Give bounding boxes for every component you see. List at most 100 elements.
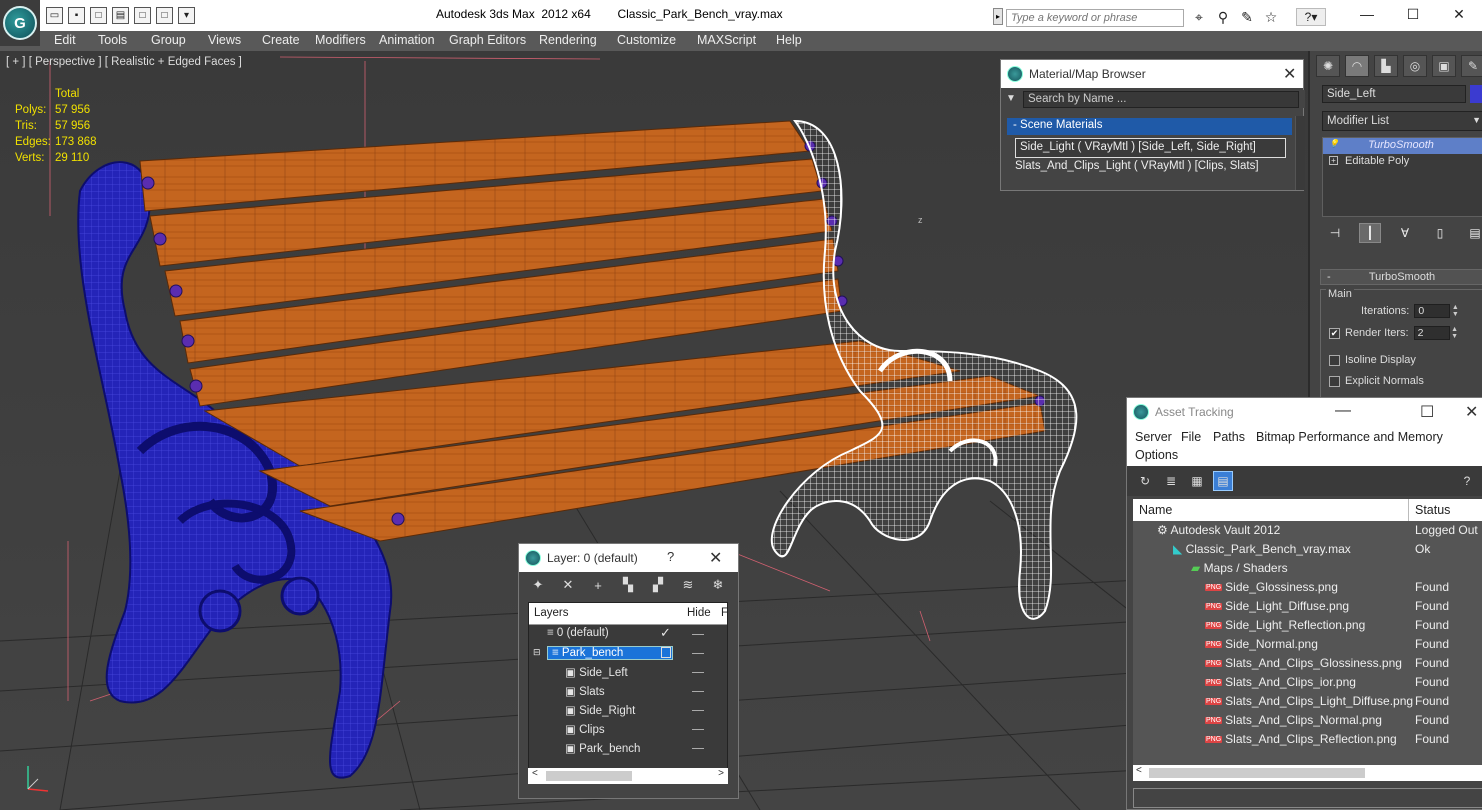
menu-create[interactable]: Create: [262, 33, 300, 47]
scroll-right-icon[interactable]: >: [718, 768, 724, 779]
maximize-icon[interactable]: ☐: [1420, 402, 1434, 422]
asset-menu-bitmap[interactable]: Bitmap Performance and Memory: [1256, 430, 1443, 444]
layer-row[interactable]: ▣ Park_bench: [529, 739, 727, 758]
menu-rendering[interactable]: Rendering: [539, 33, 597, 47]
scroll-left-icon[interactable]: <: [532, 768, 538, 779]
iterations-spinner[interactable]: 0: [1414, 304, 1451, 318]
asset-row[interactable]: ◣ Classic_Park_Bench_vray.max Ok: [1133, 540, 1482, 559]
asset-row[interactable]: PNG Slats_And_Clips_Normal.png Found: [1133, 711, 1482, 730]
scene-materials-header[interactable]: - Scene Materials: [1007, 118, 1292, 135]
asset-menu-file[interactable]: File: [1181, 430, 1201, 444]
menu-tools[interactable]: Tools: [98, 33, 127, 47]
layer-row[interactable]: ≡ 0 (default) ✓: [529, 625, 727, 644]
menu-animation[interactable]: Animation: [379, 33, 435, 47]
asset-menu-paths[interactable]: Paths: [1213, 430, 1245, 444]
minimize-icon[interactable]: —: [1335, 402, 1351, 420]
table-view-icon[interactable]: ▤: [1213, 471, 1233, 491]
close-icon[interactable]: ✕: [1283, 64, 1296, 84]
explicit-normals-checkbox[interactable]: [1329, 375, 1340, 387]
spinner-arrows-icon[interactable]: ▲ ▼: [1450, 326, 1460, 340]
asset-row[interactable]: PNG Slats_And_Clips_Reflection.png Found: [1133, 730, 1482, 749]
col-status[interactable]: Status: [1415, 503, 1450, 517]
minimize-icon[interactable]: —: [1344, 0, 1390, 28]
binoculars-icon[interactable]: ⌖: [1190, 9, 1208, 26]
layer-row[interactable]: ▣ Side_Left: [529, 663, 727, 682]
spinner-arrows-icon[interactable]: ▲ ▼: [1450, 304, 1460, 318]
save-icon[interactable]: ▪: [68, 7, 85, 24]
material-scrollbar[interactable]: [1295, 116, 1305, 190]
menu-customize[interactable]: Customize: [617, 33, 676, 47]
remove-modifier-icon[interactable]: ▯: [1429, 223, 1451, 243]
freeze-all-icon[interactable]: ❄: [709, 576, 727, 594]
new-scene-icon[interactable]: □: [90, 7, 107, 24]
utilities-tab-icon[interactable]: ✎: [1461, 55, 1482, 77]
menu-edit[interactable]: Edit: [54, 33, 76, 47]
help-icon[interactable]: ?: [1457, 471, 1477, 491]
delete-layer-icon[interactable]: ✕: [559, 576, 577, 594]
layer-row[interactable]: ▣ Clips: [529, 720, 727, 739]
render-iters-checkbox[interactable]: ✔: [1329, 327, 1340, 339]
col-name[interactable]: Name: [1139, 503, 1172, 517]
make-current-icon[interactable]: [661, 647, 671, 658]
viewport-label[interactable]: [ + ] [ Perspective ] [ Realistic + Edge…: [6, 56, 242, 68]
asset-row[interactable]: PNG Side_Light_Reflection.png Found: [1133, 616, 1482, 635]
close-icon[interactable]: ✕: [1465, 402, 1478, 422]
qat-dropdown-icon[interactable]: ▾: [178, 7, 195, 24]
asset-row[interactable]: PNG Side_Glossiness.png Found: [1133, 578, 1482, 597]
hold-icon[interactable]: ▤: [112, 7, 129, 24]
make-unique-icon[interactable]: ∀: [1394, 223, 1416, 243]
search-by-name-input[interactable]: Search by Name ...: [1023, 91, 1299, 108]
close-icon[interactable]: ✕: [1436, 0, 1482, 28]
undo-icon[interactable]: □: [134, 7, 151, 24]
pin-stack-icon[interactable]: ⊣: [1324, 223, 1346, 243]
asset-menu-server[interactable]: Server: [1135, 430, 1172, 444]
col-freeze[interactable]: F: [721, 607, 727, 619]
asset-row[interactable]: PNG Slats_And_Clips_Light_Diffuse.png Foun…: [1133, 692, 1482, 711]
search-expand-icon[interactable]: ▸: [993, 8, 1003, 25]
menu-group[interactable]: Group: [151, 33, 186, 47]
layer-row[interactable]: ▣ Slats: [529, 682, 727, 701]
asset-row[interactable]: ⚙ Autodesk Vault 2012Logged Out ...: [1133, 521, 1482, 540]
asset-row[interactable]: PNG Slats_And_Clips_ior.png Found: [1133, 673, 1482, 692]
layer-manager-titlebar[interactable]: Layer: 0 (default)? ✕: [519, 544, 738, 572]
refresh-icon[interactable]: ↻: [1135, 471, 1155, 491]
asset-path-field[interactable]: [1133, 788, 1482, 808]
asset-tracking-titlebar[interactable]: Asset Tracking — ☐ ✕: [1127, 398, 1482, 426]
menu-views[interactable]: Views: [208, 33, 241, 47]
list-view-icon[interactable]: ≣: [1161, 471, 1181, 491]
stack-item-turbosmooth[interactable]: 💡 TurboSmooth: [1323, 138, 1482, 154]
app-logo-button[interactable]: G: [0, 0, 40, 46]
hide-all-icon[interactable]: ≋: [679, 576, 697, 594]
close-icon[interactable]: ✕: [709, 548, 722, 568]
asset-menu-options[interactable]: Options: [1135, 448, 1178, 462]
asset-horizontal-scrollbar[interactable]: <: [1133, 765, 1482, 781]
layer-row[interactable]: ≡ Park_bench ⊟: [529, 644, 727, 663]
asset-row[interactable]: PNG Side_Normal.png Found: [1133, 635, 1482, 654]
open-folder-icon[interactable]: ▭: [46, 7, 63, 24]
col-hide[interactable]: Hide: [687, 607, 711, 619]
object-name-field[interactable]: Side_Left: [1322, 85, 1466, 103]
stack-item-editable-poly[interactable]: + Editable Poly: [1323, 154, 1482, 170]
expand-icon[interactable]: +: [1329, 156, 1338, 165]
add-to-layer-icon[interactable]: +: [589, 576, 607, 594]
help-button[interactable]: ? ▾: [1296, 8, 1326, 26]
menu-modifiers[interactable]: Modifiers: [315, 33, 366, 47]
configure-sets-icon[interactable]: ▤: [1464, 223, 1482, 243]
subscription-icon[interactable]: ⚲: [1214, 9, 1232, 26]
collapse-icon[interactable]: ⊟: [533, 647, 541, 658]
render-iters-spinner[interactable]: 2: [1413, 326, 1450, 340]
layer-row[interactable]: ▣ Side_Right: [529, 701, 727, 720]
highlight-layer-icon[interactable]: ▞: [649, 576, 667, 594]
create-tab-icon[interactable]: ✺: [1316, 55, 1340, 77]
asset-row[interactable]: PNG Slats_And_Clips_Glossiness.png Found: [1133, 654, 1482, 673]
modify-tab-icon[interactable]: ◠: [1345, 55, 1369, 77]
thumbnail-view-icon[interactable]: ▦: [1187, 471, 1207, 491]
modifier-list-dropdown[interactable]: Modifier List ▼: [1322, 111, 1482, 131]
lightbulb-icon[interactable]: 💡: [1329, 140, 1339, 149]
keyword-search-input[interactable]: [1006, 9, 1184, 27]
display-tab-icon[interactable]: ▣: [1432, 55, 1456, 77]
scroll-left-icon[interactable]: <: [1136, 765, 1142, 776]
show-end-result-icon[interactable]: ┃: [1359, 223, 1381, 243]
favorites-star-icon[interactable]: ☆: [1262, 9, 1280, 26]
isoline-checkbox[interactable]: [1329, 354, 1340, 366]
